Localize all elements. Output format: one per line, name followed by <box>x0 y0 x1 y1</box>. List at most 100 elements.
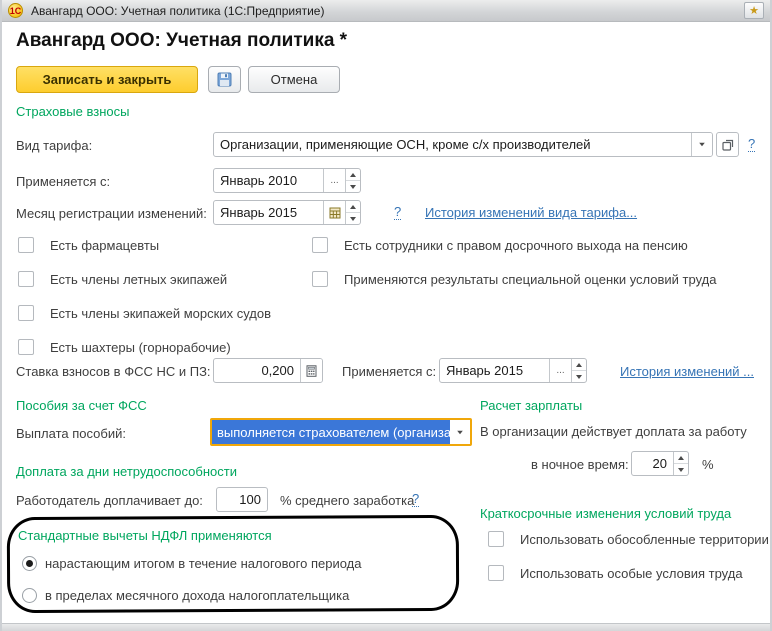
fss-applies-spinner[interactable] <box>571 359 586 382</box>
section-disability-header: Доплата за дни нетрудоспособности <box>16 464 237 479</box>
benefit-payment-selected-value: выполняется страхователем (организа <box>212 420 451 444</box>
checkbox-pharmacists[interactable]: Есть фармацевты <box>18 237 159 253</box>
night-time-spinner[interactable] <box>673 452 688 475</box>
calendar-icon <box>329 207 340 218</box>
disability-value: 100 <box>239 492 261 507</box>
fss-applies-more-button[interactable]: ... <box>549 359 571 382</box>
chevron-down-icon <box>457 430 463 434</box>
checkbox-sea-crews[interactable]: Есть члены экипажей морских судов <box>18 305 271 321</box>
applies-from-spinner[interactable] <box>345 169 360 192</box>
night-time-value: 20 <box>652 456 667 471</box>
checkbox-label: Есть фармацевты <box>50 237 160 253</box>
page-title: Авангард ООО: Учетная политика * <box>16 30 348 51</box>
reg-month-value: Январь 2015 <box>220 205 298 220</box>
disability-field[interactable]: 100 <box>216 487 268 512</box>
checkbox-label: Использовать особые условия труда <box>520 565 743 581</box>
applies-from-label: Применяется с: <box>16 174 111 189</box>
night-time-field[interactable]: 20 <box>631 451 689 476</box>
fss-rate-calculator-button[interactable] <box>300 359 322 382</box>
section-benefits-header: Пособия за счет ФСС <box>16 398 147 413</box>
checkbox-special-assessment[interactable]: Применяются результаты специальной оценк… <box>312 271 716 287</box>
app-window: 1С Авангард ООО: Учетная политика (1С:Пр… <box>0 0 772 631</box>
applies-from-value: Январь 2010 <box>220 173 298 188</box>
spin-down-icon[interactable] <box>346 181 360 192</box>
checkbox-label: Есть члены летных экипажей <box>50 271 228 287</box>
tariff-history-link[interactable]: История изменений вида тарифа... <box>425 205 637 220</box>
floppy-disk-icon <box>217 72 232 87</box>
reg-month-field[interactable]: Январь 2015 <box>213 200 361 225</box>
night-time-percent-label: % <box>702 457 714 472</box>
spin-up-icon[interactable] <box>674 452 688 464</box>
star-icon: ★ <box>749 5 759 17</box>
disability-label: Работодатель доплачивает до: <box>16 493 203 508</box>
checkbox-icon <box>312 237 328 253</box>
fss-rate-value: 0,200 <box>261 363 294 378</box>
window-bottom-edge <box>2 623 770 631</box>
tariff-combobox[interactable]: Организации, применяющие ОСН, кроме с/х … <box>213 132 713 157</box>
checkbox-separate-territories[interactable]: Использовать обособленные территории <box>488 531 769 547</box>
reg-month-calendar-button[interactable] <box>323 201 345 224</box>
disability-suffix-label: % среднего заработка <box>280 493 415 508</box>
section-insurance-header: Страховые взносы <box>16 104 130 119</box>
fss-rate-label: Ставка взносов в ФСС НС и ПЗ: <box>16 364 211 379</box>
chevron-down-icon <box>699 142 705 147</box>
checkbox-label: Есть шахтеры (горнорабочие) <box>50 339 231 355</box>
checkbox-special-conditions[interactable]: Использовать особые условия труда <box>488 565 743 581</box>
open-in-form-icon <box>721 139 733 151</box>
spin-up-icon[interactable] <box>346 201 360 213</box>
section-short-term-header: Краткосрочные изменения условий труда <box>480 506 732 521</box>
benefit-payment-label: Выплата пособий: <box>16 426 126 441</box>
checkbox-label: Есть сотрудники с правом досрочного выхо… <box>344 237 688 253</box>
spin-down-icon[interactable] <box>572 371 586 382</box>
benefit-payment-combobox[interactable]: выполняется страхователем (организа <box>210 418 472 446</box>
checkbox-label: Применяются результаты специальной оценк… <box>344 271 717 287</box>
reg-month-spinner[interactable] <box>345 201 360 224</box>
calculator-icon <box>306 364 317 377</box>
checkbox-icon <box>488 565 504 581</box>
section-ndfl-header: Стандартные вычеты НДФЛ применяются <box>18 528 272 543</box>
spin-up-icon[interactable] <box>572 359 586 371</box>
checkbox-label: Есть члены экипажей морских судов <box>50 305 271 321</box>
fss-history-link[interactable]: История изменений ... <box>620 364 754 379</box>
reg-month-help-link[interactable]: ? <box>394 205 402 220</box>
checkbox-icon <box>18 271 34 287</box>
title-bar: 1С Авангард ООО: Учетная политика (1С:Пр… <box>2 0 770 22</box>
radio-label: в пределах месячного дохода налогоплател… <box>45 588 350 603</box>
tariff-help-link[interactable]: ? <box>748 137 756 152</box>
fss-rate-field[interactable]: 0,200 <box>213 358 323 383</box>
checkbox-icon <box>488 531 504 547</box>
spin-up-icon[interactable] <box>346 169 360 181</box>
tariff-label: Вид тарифа: <box>16 138 93 153</box>
save-and-close-button[interactable]: Записать и закрыть <box>16 66 198 93</box>
applies-from-field[interactable]: Январь 2010 ... <box>213 168 361 193</box>
tariff-dropdown-button[interactable] <box>691 133 712 156</box>
fss-applies-value: Январь 2015 <box>446 363 524 378</box>
checkbox-icon <box>18 339 34 355</box>
disability-help-link[interactable]: ? <box>412 492 420 507</box>
applies-from-more-button[interactable]: ... <box>323 169 345 192</box>
section-salary-header: Расчет зарплаты <box>480 398 583 413</box>
benefit-payment-dropdown-button[interactable] <box>450 420 470 444</box>
checkbox-early-pension[interactable]: Есть сотрудники с правом досрочного выхо… <box>312 237 688 253</box>
radio-selected-icon <box>22 556 37 571</box>
tariff-open-button[interactable] <box>716 132 739 157</box>
reg-month-label: Месяц регистрации изменений: <box>16 206 207 221</box>
salary-night-work-text: В организации действует доплата за работ… <box>480 424 747 439</box>
favorite-star-button[interactable]: ★ <box>744 2 764 19</box>
spin-down-icon[interactable] <box>346 213 360 224</box>
radio-ndfl-cumulative[interactable]: нарастающим итогом в течение налогового … <box>22 556 361 571</box>
checkbox-miners[interactable]: Есть шахтеры (горнорабочие) <box>18 339 231 355</box>
checkbox-icon <box>312 271 328 287</box>
radio-unselected-icon <box>22 588 37 603</box>
window-title: Авангард ООО: Учетная политика (1С:Предп… <box>31 3 325 18</box>
fss-applies-field[interactable]: Январь 2015 ... <box>439 358 587 383</box>
spin-down-icon[interactable] <box>674 464 688 475</box>
tariff-value: Организации, применяющие ОСН, кроме с/х … <box>220 137 591 152</box>
cancel-button[interactable]: Отмена <box>248 66 340 93</box>
1c-logo-icon: 1С <box>8 3 23 18</box>
radio-label: нарастающим итогом в течение налогового … <box>45 556 362 571</box>
checkbox-label: Использовать обособленные территории <box>520 531 769 547</box>
checkbox-flight-crews[interactable]: Есть члены летных экипажей <box>18 271 227 287</box>
radio-ndfl-monthly[interactable]: в пределах месячного дохода налогоплател… <box>22 588 349 603</box>
save-button[interactable] <box>208 66 241 93</box>
